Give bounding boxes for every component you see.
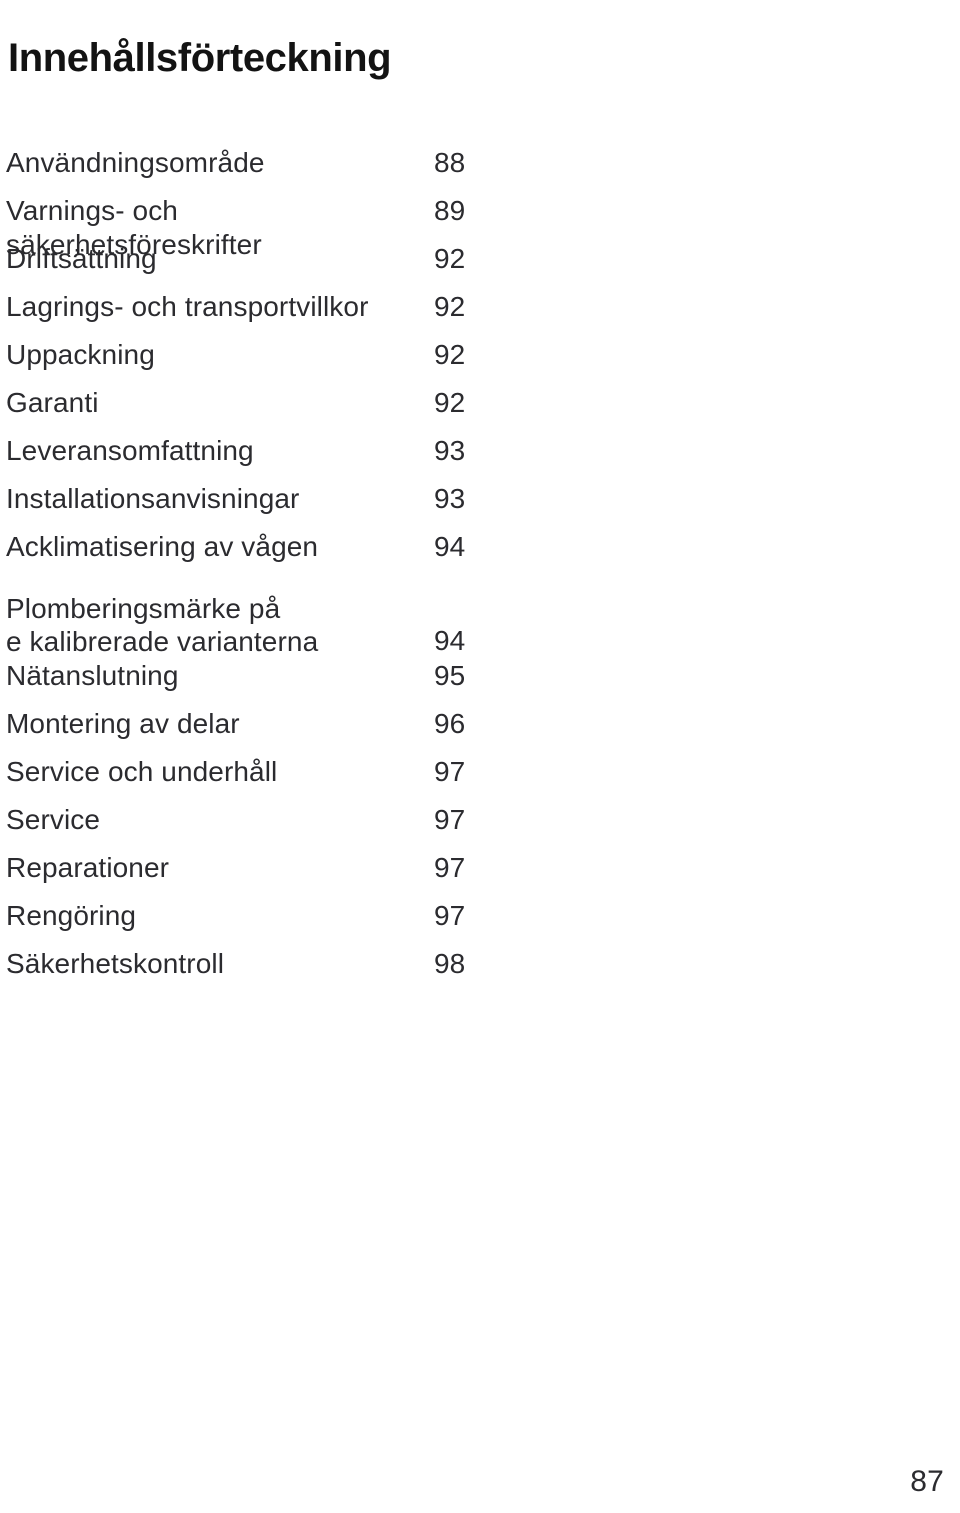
toc-entry-page-number: 97 (434, 756, 466, 787)
toc-entry-page-number: 92 (434, 291, 466, 322)
toc-entry-label: Säkerhetskontroll (6, 948, 225, 979)
toc-entry[interactable]: Installationsanvisningar 93 (6, 482, 484, 530)
toc-entry[interactable]: Nätanslutning 95 (6, 659, 484, 707)
toc-entry[interactable]: Montering av delar 96 (6, 707, 484, 755)
toc-entry-label: Service (6, 804, 101, 835)
toc-entry-label: Garanti (6, 387, 99, 418)
toc-entry[interactable]: Användningsområde 88 (6, 146, 484, 194)
toc-entry-label: Rengöring (6, 900, 137, 931)
toc-entry-page-number: 92 (434, 243, 466, 274)
toc-entry[interactable]: Plomberingsmärke på e kalibrerade varian… (6, 578, 484, 659)
toc-entry[interactable]: Garanti 92 (6, 386, 484, 434)
toc-entry[interactable]: Varnings- och säkerhetsföreskrifter 89 (6, 194, 484, 260)
toc-entry-page-number: 97 (434, 852, 466, 883)
toc-entry-label: Montering av delar (6, 708, 240, 739)
toc-entry[interactable]: Säkerhetskontroll 98 (6, 947, 484, 995)
toc-entry-page-number: 96 (434, 708, 466, 739)
toc-entry-page-number: 97 (434, 900, 466, 931)
toc-entry-page-number: 93 (434, 483, 466, 514)
document-page: Innehållsförteckning Användningsområde 88… (0, 0, 960, 1513)
toc-entry-label: Lagrings- och transportvillkor (6, 291, 369, 322)
toc-entry-page-number: 94 (434, 625, 466, 656)
toc-entry[interactable]: Rengöring 97 (6, 899, 484, 947)
toc-entry-page-number: 88 (434, 147, 466, 178)
toc-entry[interactable]: Uppackning 92 (6, 338, 484, 386)
folio-page-number: 87 (910, 1465, 944, 1498)
toc-entry-label: Nätanslutning (6, 660, 179, 691)
toc-entry[interactable]: Driftsättning 92 (6, 242, 484, 290)
table-of-contents: Användningsområde 88 Varnings- och säkerhe… (6, 146, 484, 995)
toc-entry-page-number: 93 (434, 435, 466, 466)
toc-entry-page-number: 97 (434, 804, 466, 835)
toc-entry-label: Uppackning (6, 339, 155, 370)
toc-entry-label: Användningsområde (6, 147, 265, 178)
toc-entry-page-number: 92 (434, 339, 466, 370)
toc-entry[interactable]: Acklimatisering av vågen 94 (6, 530, 484, 578)
toc-entry[interactable]: Lagrings- och transportvillkor 92 (6, 290, 484, 338)
toc-entry-label: Plomberingsmärke på e kalibrerade varian… (6, 593, 319, 657)
toc-entry-label: Leveransomfattning (6, 435, 254, 466)
page-title: Innehållsförteckning (8, 35, 392, 80)
toc-entry[interactable]: Service 97 (6, 803, 484, 851)
toc-entry-page-number: 92 (434, 387, 466, 418)
toc-entry-page-number: 95 (434, 660, 466, 691)
toc-entry-label: Driftsättning (6, 243, 157, 274)
toc-entry-page-number: 89 (434, 195, 466, 226)
toc-entry-label: Installationsanvisningar (6, 483, 300, 514)
toc-entry[interactable]: Service och underhåll 97 (6, 755, 484, 803)
toc-entry-page-number: 98 (434, 948, 466, 979)
toc-entry-page-number: 94 (434, 531, 466, 562)
toc-entry-label: Acklimatisering av vågen (6, 531, 319, 562)
toc-entry[interactable]: Reparationer 97 (6, 851, 484, 899)
toc-entry-label: Service och underhåll (6, 756, 278, 787)
toc-entry-label: Reparationer (6, 852, 170, 883)
toc-entry[interactable]: Leveransomfattning 93 (6, 434, 484, 482)
